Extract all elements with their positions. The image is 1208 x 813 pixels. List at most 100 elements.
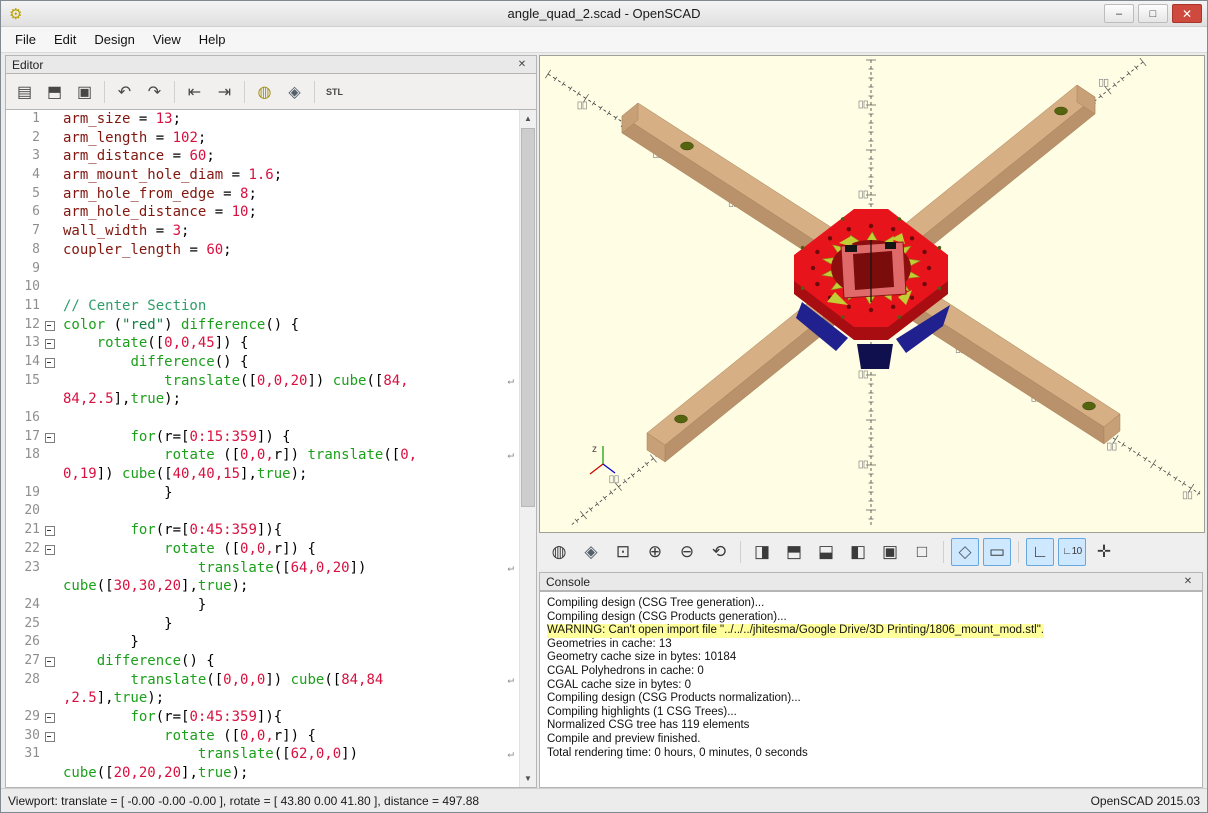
title-bar[interactable]: ⚙ angle_quad_2.scad - OpenSCAD – □ ✕ [1,1,1207,27]
fold-marker-icon[interactable] [44,727,56,746]
undo-icon[interactable]: ↶ [111,78,138,105]
fold-marker-icon[interactable] [44,540,56,559]
editor-panel-title: Editor [12,57,44,72]
zoom-in-icon[interactable]: ⊕ [641,538,669,566]
code-row: 19 } [6,484,536,503]
line-number: 20 [24,503,40,519]
code-row: ,2.5],true); [6,689,536,708]
editor-scrollbar[interactable]: ▲ ▼ [519,110,536,787]
code-row: 15 translate([0,0,20]) cube([84, ↵ [6,372,536,391]
fold-marker-icon[interactable] [44,353,56,372]
line-number: 16 [24,410,40,425]
line-number: 23 [24,559,40,575]
editor-close-icon[interactable]: ✕ [514,59,530,70]
new-file-icon[interactable]: ▤ [11,78,38,105]
unindent-icon[interactable]: ⇤ [181,78,208,105]
3d-viewport[interactable]: z [539,55,1205,533]
fold-gutter [44,745,56,764]
code-editor[interactable]: 1 arm_size = 13; 2 arm_length = 102; 3 arm_di… [5,109,537,788]
close-button[interactable]: ✕ [1172,4,1202,23]
save-file-icon[interactable]: ▣ [71,78,98,105]
export-stl-icon[interactable]: STL [321,78,348,105]
console-panel: Console ✕ Compiling design (CSG Tree gen… [539,572,1203,788]
indent-icon[interactable]: ⇥ [211,78,238,105]
view-right-icon[interactable]: ◨ [748,538,776,566]
console-close-icon[interactable]: ✕ [1180,576,1196,587]
scrollbar-thumb[interactable] [521,128,535,508]
show-scale-icon: ∟10 [1062,546,1082,557]
line-number: 1 [32,111,40,126]
fold-gutter [44,559,56,578]
fold-marker-icon[interactable] [44,708,56,727]
fold-gutter [44,147,56,166]
editor-panel: Editor ✕ ▤ ⬒ ▣ ↶ ↷ ⇤ ⇥ ◍ ◈ STL 1 arm_size = 13; 2 ar… [5,55,537,788]
line-number: 29 [24,709,40,724]
code-row: 6 arm_hole_distance = 10; [6,203,536,222]
fold-marker-icon[interactable] [44,334,56,353]
zoom-out-icon[interactable]: ⊖ [673,538,701,566]
arm-ne [899,84,1096,258]
fold-marker-icon[interactable] [44,652,56,671]
code-row: 22 rotate ([0,0,r]) { [6,540,536,559]
menu-file[interactable]: File [6,28,45,51]
minimize-button[interactable]: – [1104,4,1134,23]
view-back-icon[interactable]: □ [908,538,936,566]
preview-icon[interactable]: ◍ [545,538,573,566]
maximize-button[interactable]: □ [1138,4,1168,23]
code-row: 3 arm_distance = 60; [6,147,536,166]
view-perspective-icon[interactable]: ◇ [951,537,979,566]
scroll-down-icon[interactable]: ▼ [520,770,536,787]
view-orthogonal-icon[interactable]: ▭ [983,537,1011,566]
console-line: Compiling design (CSG Products normaliza… [547,692,801,705]
toolbar-separator [740,540,741,563]
zoom-out-icon: ⊖ [679,541,695,561]
zoom-all-icon[interactable]: ⊡ [609,538,637,566]
reset-view-icon[interactable]: ⟲ [705,538,733,566]
code-row: 2 arm_length = 102; [6,129,536,148]
view-front-icon[interactable]: ▣ [876,538,904,566]
open-file-icon[interactable]: ⬒ [41,78,68,105]
render-icon[interactable]: ◈ [281,78,308,105]
line-number: 22 [24,540,40,556]
viewport-toolbar: ◍ ◈ ⊡ ⊕ ⊖ ⟲ ◨ ⬒ ⬓ ◧ ▣ □ ◇ ▭ ∟ ∟10 ✛ [539,533,1205,570]
show-scale-icon[interactable]: ∟10 [1058,537,1086,566]
view-bottom-icon[interactable]: ⬓ [812,538,840,566]
arm-hole [680,141,694,151]
code-row: 25 } [6,615,536,634]
fold-marker-icon[interactable] [44,316,56,335]
show-crosshair-icon[interactable]: ✛ [1090,538,1118,566]
line-number: 7 [32,223,40,239]
code-row: 10 [6,278,536,297]
render-icon: ◈ [584,541,598,561]
redo-icon[interactable]: ↷ [141,78,168,105]
fold-marker-icon[interactable] [44,521,56,540]
code-row: 12 color ("red") difference() { [6,316,536,335]
console-line: Total rendering time: 0 hours, 0 minutes… [547,746,808,759]
view-left-icon: ◧ [849,541,867,561]
show-axes-icon[interactable]: ∟ [1026,537,1054,566]
line-number: 18 [24,447,40,463]
code-row: 84,2.5],true); [6,390,536,409]
menu-view[interactable]: View [144,28,190,51]
line-number: 25 [24,615,40,631]
line-wrap-icon: ↵ [507,747,514,761]
menu-help[interactable]: Help [190,28,235,51]
line-number [6,689,44,708]
indent-icon: ⇥ [217,83,232,101]
editor-panel-titlebar: Editor ✕ [5,55,537,74]
render-icon[interactable]: ◈ [577,538,605,566]
view-top-icon[interactable]: ⬒ [780,538,808,566]
status-bar: Viewport: translate = [ -0.00 -0.00 -0.0… [1,788,1207,812]
fold-gutter [44,166,56,185]
menu-design[interactable]: Design [85,28,143,51]
view-top-icon: ⬒ [785,541,803,561]
fold-marker-icon[interactable] [44,428,56,447]
line-number: 31 [24,746,40,762]
view-left-icon[interactable]: ◧ [844,538,872,566]
show-axes-icon: ∟ [1031,541,1049,561]
status-version: OpenSCAD 2015.03 [1090,793,1200,808]
line-number: 3 [32,148,40,164]
preview-icon[interactable]: ◍ [251,78,278,105]
scroll-up-icon[interactable]: ▲ [520,110,536,127]
menu-edit[interactable]: Edit [45,28,85,51]
